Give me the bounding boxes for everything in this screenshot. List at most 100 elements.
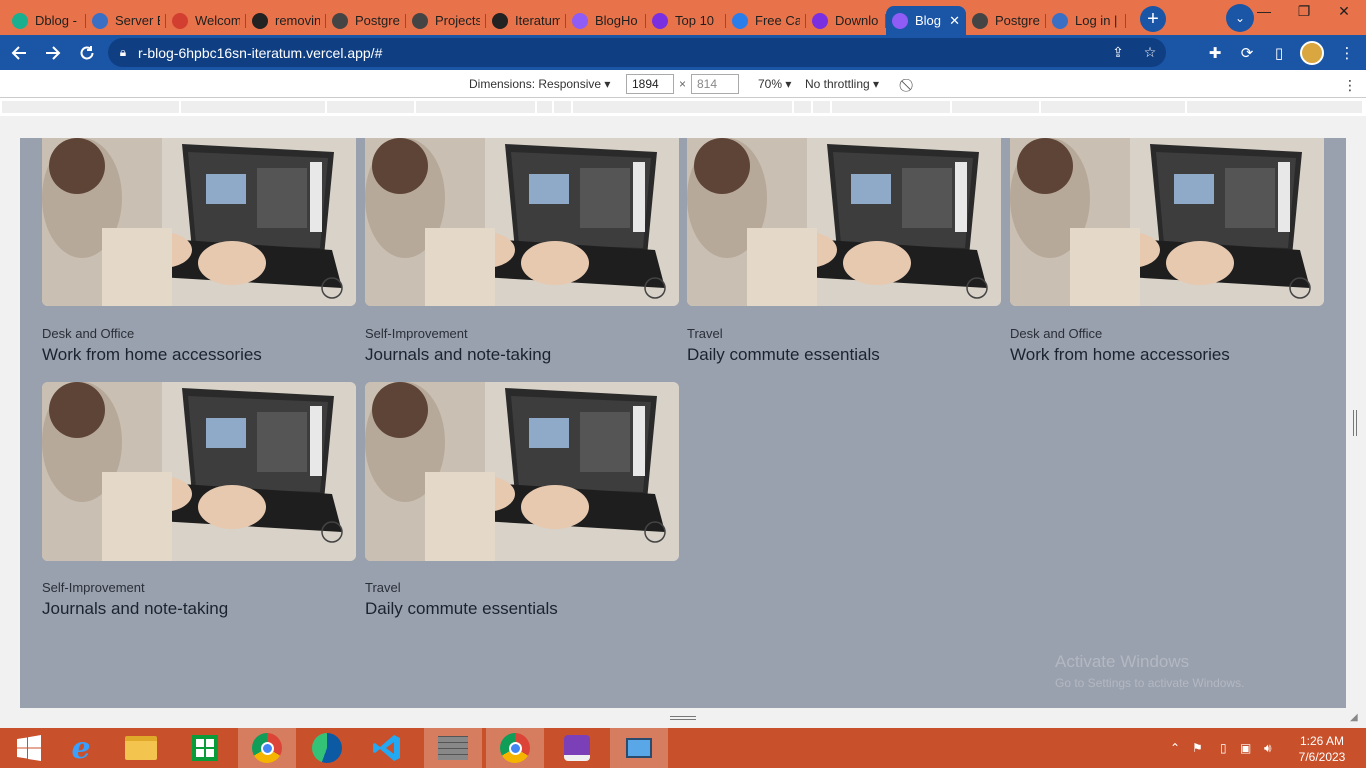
- throttling-dropdown[interactable]: No throttling ▾: [805, 77, 879, 91]
- laptop-photo-icon: [42, 138, 356, 306]
- zoom-dropdown[interactable]: 70% ▾: [758, 77, 791, 91]
- chrome-profile-taskbar[interactable]: [486, 728, 544, 768]
- back-button[interactable]: [4, 38, 34, 68]
- vite-icon: [892, 12, 908, 29]
- dimension-separator: ×: [679, 77, 687, 91]
- vite-icon: [572, 12, 588, 29]
- close-tab-icon[interactable]: ✕: [949, 13, 960, 29]
- browser-tab[interactable]: Free Ca: [726, 6, 806, 35]
- edge-taskbar[interactable]: [298, 728, 356, 768]
- flag-icon[interactable]: ⚑: [1192, 741, 1203, 755]
- browser-toolbar: 🔒︎ r-blog-6hpbc16sn-iteratum.vercel.app/…: [0, 35, 1366, 70]
- vscode-taskbar[interactable]: [358, 728, 416, 768]
- post-category[interactable]: Self-Improvement: [42, 580, 145, 595]
- new-tab-button[interactable]: +: [1140, 6, 1166, 32]
- internet-explorer-taskbar[interactable]: e: [52, 728, 110, 768]
- viewport-resize-corner[interactable]: ◢: [1350, 712, 1358, 723]
- post-image[interactable]: [42, 382, 356, 561]
- laptop-photo-icon: [365, 138, 679, 306]
- post-title[interactable]: Daily commute essentials: [365, 599, 558, 619]
- minimize-button[interactable]: —: [1244, 0, 1284, 22]
- extensions-icon[interactable]: ✚: [1202, 40, 1228, 66]
- remote-desktop-taskbar[interactable]: [610, 728, 668, 768]
- github-icon: [252, 12, 268, 29]
- browser-tab[interactable]: removin: [246, 6, 326, 35]
- store-taskbar[interactable]: [176, 728, 234, 768]
- wall-app-taskbar[interactable]: [424, 728, 482, 768]
- throttling-label: No throttling: [805, 77, 870, 91]
- browser-tab[interactable]: Projects: [406, 6, 486, 35]
- start-button[interactable]: [0, 728, 58, 768]
- bookmark-star-icon[interactable]: ☆: [1134, 44, 1166, 61]
- device-more-icon[interactable]: ⋮: [1343, 77, 1357, 94]
- canva-icon: [812, 12, 828, 29]
- dimensions-label: Dimensions: Responsive: [469, 77, 602, 91]
- folder-icon: [125, 736, 157, 760]
- post-image[interactable]: [42, 138, 356, 306]
- tab-label: Projects: [435, 13, 480, 28]
- post-category[interactable]: Self-Improvement: [365, 326, 468, 341]
- menu-kebab-icon[interactable]: ⋮: [1334, 40, 1360, 66]
- browser-tab[interactable]: Welcom: [166, 6, 246, 35]
- windows-logo-icon: [17, 735, 41, 761]
- system-clock[interactable]: 1:26 AM 7/6/2023: [1290, 733, 1354, 765]
- network-icon[interactable]: ▣: [1240, 741, 1251, 755]
- height-input[interactable]: 814: [691, 74, 739, 94]
- computer-icon: [626, 738, 652, 758]
- tab-label: removin: [275, 13, 320, 28]
- post-title[interactable]: Journals and note-taking: [365, 345, 551, 365]
- dimensions-dropdown[interactable]: Dimensions: Responsive ▾: [469, 77, 610, 91]
- sync-icon[interactable]: ⟳: [1234, 40, 1260, 66]
- clock-date: 7/6/2023: [1298, 750, 1346, 764]
- profile-avatar[interactable]: [1300, 41, 1324, 65]
- browser-tab[interactable]: Log in |: [1046, 6, 1126, 35]
- post-image[interactable]: [365, 382, 679, 561]
- address-bar[interactable]: 🔒︎ r-blog-6hpbc16sn-iteratum.vercel.app/…: [108, 38, 1166, 67]
- share-icon[interactable]: ⇪: [1102, 44, 1134, 61]
- width-input[interactable]: 1894: [626, 74, 674, 94]
- laptop-photo-icon: [1010, 138, 1324, 306]
- url-text[interactable]: r-blog-6hpbc16sn-iteratum.vercel.app/#: [138, 45, 1102, 61]
- post-title[interactable]: Daily commute essentials: [687, 345, 880, 365]
- browser-tab[interactable]: Dblog -: [6, 6, 86, 35]
- browser-tab[interactable]: Postgre: [326, 6, 406, 35]
- post-category[interactable]: Travel: [687, 326, 723, 341]
- side-panel-icon[interactable]: ▯: [1266, 40, 1292, 66]
- browser-tab[interactable]: Postgre: [966, 6, 1046, 35]
- forward-button[interactable]: [38, 38, 68, 68]
- viewport-resize-handle-right[interactable]: [1353, 410, 1357, 436]
- show-hidden-icons[interactable]: ⌃: [1170, 741, 1180, 755]
- file-explorer-taskbar[interactable]: [112, 728, 170, 768]
- lock-icon[interactable]: 🔒︎: [108, 45, 138, 60]
- post-category[interactable]: Desk and Office: [42, 326, 134, 341]
- post-image[interactable]: [365, 138, 679, 306]
- browser-tab[interactable]: Top 10: [646, 6, 726, 35]
- tab-label: Dblog -: [35, 13, 77, 28]
- edge-icon: [312, 733, 342, 763]
- viewport-resize-handle-bottom[interactable]: [670, 716, 696, 720]
- media-query-ruler[interactable]: [0, 98, 1366, 116]
- battery-icon[interactable]: ▯: [1220, 741, 1227, 755]
- browser-tab[interactable]: Downlo: [806, 6, 886, 35]
- browser-tab[interactable]: Server E: [86, 6, 166, 35]
- post-title[interactable]: Work from home accessories: [1010, 345, 1230, 365]
- tab-label: Welcom: [195, 13, 240, 28]
- reload-button[interactable]: [72, 38, 102, 68]
- post-title[interactable]: Work from home accessories: [42, 345, 262, 365]
- post-title[interactable]: Journals and note-taking: [42, 599, 228, 619]
- browser-tab[interactable]: BlogHo: [566, 6, 646, 35]
- tab-label: Iteratum: [515, 13, 560, 28]
- post-category[interactable]: Desk and Office: [1010, 326, 1102, 341]
- post-image[interactable]: [1010, 138, 1324, 306]
- post-category[interactable]: Travel: [365, 580, 401, 595]
- maximize-button[interactable]: ❐: [1284, 0, 1324, 22]
- clock-time: 1:26 AM: [1299, 734, 1345, 748]
- post-image[interactable]: [687, 138, 1001, 306]
- close-window-button[interactable]: ✕: [1324, 0, 1364, 22]
- browser-tab[interactable]: Iteratum: [486, 6, 566, 35]
- volume-icon[interactable]: 🔊︎: [1264, 741, 1272, 756]
- chrome-taskbar[interactable]: [238, 728, 296, 768]
- installer-taskbar[interactable]: [548, 728, 606, 768]
- browser-tab[interactable]: Blog ✕: [886, 6, 966, 35]
- tab-label: Blog: [915, 13, 942, 28]
